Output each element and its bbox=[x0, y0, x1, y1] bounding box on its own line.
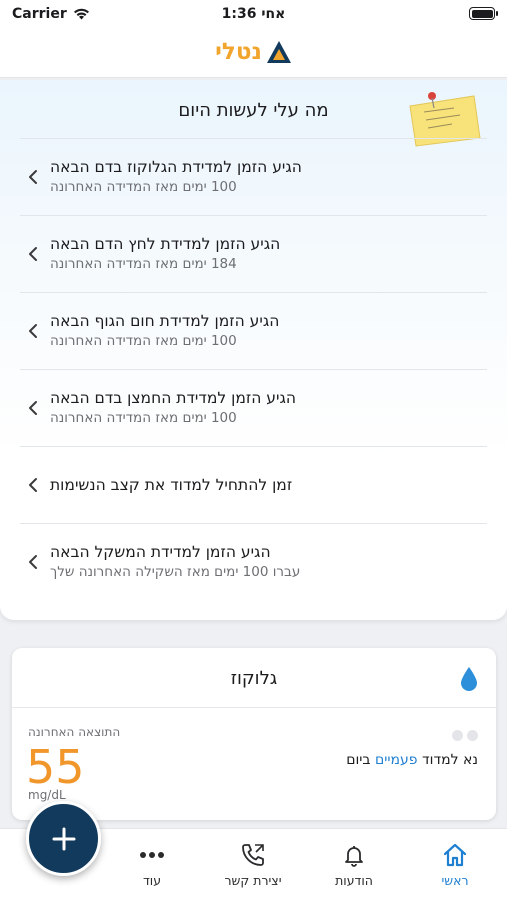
page-dots bbox=[452, 730, 478, 741]
logo-mark-icon bbox=[266, 41, 291, 63]
todo-card: מה עלי לעשות היום הגיע הזמן למדידת הגלוק… bbox=[0, 80, 507, 620]
todo-item-subtitle: 100 ימים מאז המדידה האחרונה bbox=[50, 333, 237, 349]
chevron-left-icon bbox=[29, 478, 37, 492]
todo-item-glucose[interactable]: הגיע הזמן למדידת הגלוקוז בדם הבאה 100 ימ… bbox=[20, 138, 487, 215]
todo-item-subtitle: 100 ימים מאז המדידה האחרונה bbox=[50, 410, 237, 426]
more-dots-icon bbox=[140, 852, 164, 858]
measurement-instruction: נא למדוד פעמיים ביום bbox=[346, 752, 478, 768]
bell-icon bbox=[345, 846, 363, 867]
glucose-card-header: גלוקוז bbox=[12, 648, 496, 708]
app-header: נטלי bbox=[0, 30, 507, 78]
glucose-title: גלוקוז bbox=[230, 668, 278, 689]
blood-drop-icon bbox=[461, 667, 477, 691]
todo-item-subtitle: עברו 100 ימים מאז השקילה האחרונה שלך bbox=[50, 564, 301, 580]
status-bar: Carrier 1:36 אחי bbox=[0, 0, 507, 30]
tab-more-label: עוד bbox=[142, 873, 162, 888]
last-result-label: התוצאה האחרונה bbox=[28, 725, 121, 739]
todo-item-temperature[interactable]: הגיע הזמן למדידת חום הגוף הבאה 100 ימים … bbox=[20, 292, 487, 369]
todo-item-title: הגיע הזמן למדידת לחץ הדם הבאה bbox=[50, 235, 281, 253]
phone-icon bbox=[242, 844, 264, 866]
todo-item-title: הגיע הזמן למדידת חום הגוף הבאה bbox=[50, 312, 280, 330]
todo-item-oxygen[interactable]: הגיע הזמן למדידת החמצן בדם הבאה 100 ימים… bbox=[20, 369, 487, 446]
instruction-frequency: פעמיים bbox=[374, 752, 418, 768]
chevron-left-icon bbox=[29, 555, 37, 569]
chevron-left-icon bbox=[29, 401, 37, 415]
tab-contact[interactable]: יצירת קשר bbox=[208, 841, 298, 888]
chevron-left-icon bbox=[29, 324, 37, 338]
todo-item-title: זמן להתחיל למדוד את קצב הנשימות bbox=[50, 475, 293, 494]
glucose-card[interactable]: גלוקוז התוצאה האחרונה 55 mg/dL נא למדוד … bbox=[12, 648, 496, 820]
todo-item-subtitle: 184 ימים מאז המדידה האחרונה bbox=[50, 256, 237, 272]
tab-more[interactable]: עוד bbox=[107, 841, 197, 888]
app-logo: נטלי bbox=[0, 39, 507, 65]
todo-item-respiration[interactable]: זמן להתחיל למדוד את קצב הנשימות bbox=[20, 446, 487, 523]
tab-notifications[interactable]: הודעות bbox=[309, 841, 399, 888]
instruction-prefix: נא למדוד bbox=[422, 752, 478, 768]
todo-item-title: הגיע הזמן למדידת החמצן בדם הבאה bbox=[50, 389, 296, 407]
tab-notifications-label: הודעות bbox=[335, 873, 373, 888]
tab-home[interactable]: ראשי bbox=[410, 841, 500, 888]
tab-home-label: ראשי bbox=[441, 873, 469, 888]
todo-item-title: הגיע הזמן למדידת הגלוקוז בדם הבאה bbox=[50, 158, 302, 176]
glucose-unit: mg/dL bbox=[28, 788, 66, 802]
todo-list: הגיע הזמן למדידת הגלוקוז בדם הבאה 100 ימ… bbox=[20, 138, 487, 600]
todo-item-subtitle: 100 ימים מאז המדידה האחרונה bbox=[50, 179, 237, 195]
chevron-left-icon bbox=[29, 170, 37, 184]
todo-item-blood-pressure[interactable]: הגיע הזמן למדידת לחץ הדם הבאה 184 ימים מ… bbox=[20, 215, 487, 292]
home-icon bbox=[443, 843, 467, 867]
logo-text: נטלי bbox=[215, 39, 262, 65]
instruction-suffix: ביום bbox=[346, 752, 371, 768]
add-measurement-button[interactable] bbox=[26, 801, 101, 876]
todo-item-weight[interactable]: הגיע הזמן למדידת המשקל הבאה עברו 100 ימי… bbox=[20, 523, 487, 600]
battery-icon bbox=[469, 7, 498, 20]
chevron-left-icon bbox=[29, 247, 37, 261]
todo-item-title: הגיע הזמן למדידת המשקל הבאה bbox=[50, 543, 271, 561]
glucose-value: 55 bbox=[26, 740, 85, 794]
clock: 1:36 אחי bbox=[221, 6, 286, 22]
plus-icon bbox=[52, 827, 75, 850]
tab-contact-label: יצירת קשר bbox=[224, 873, 282, 888]
todo-title: מה עלי לעשות היום bbox=[178, 100, 329, 121]
